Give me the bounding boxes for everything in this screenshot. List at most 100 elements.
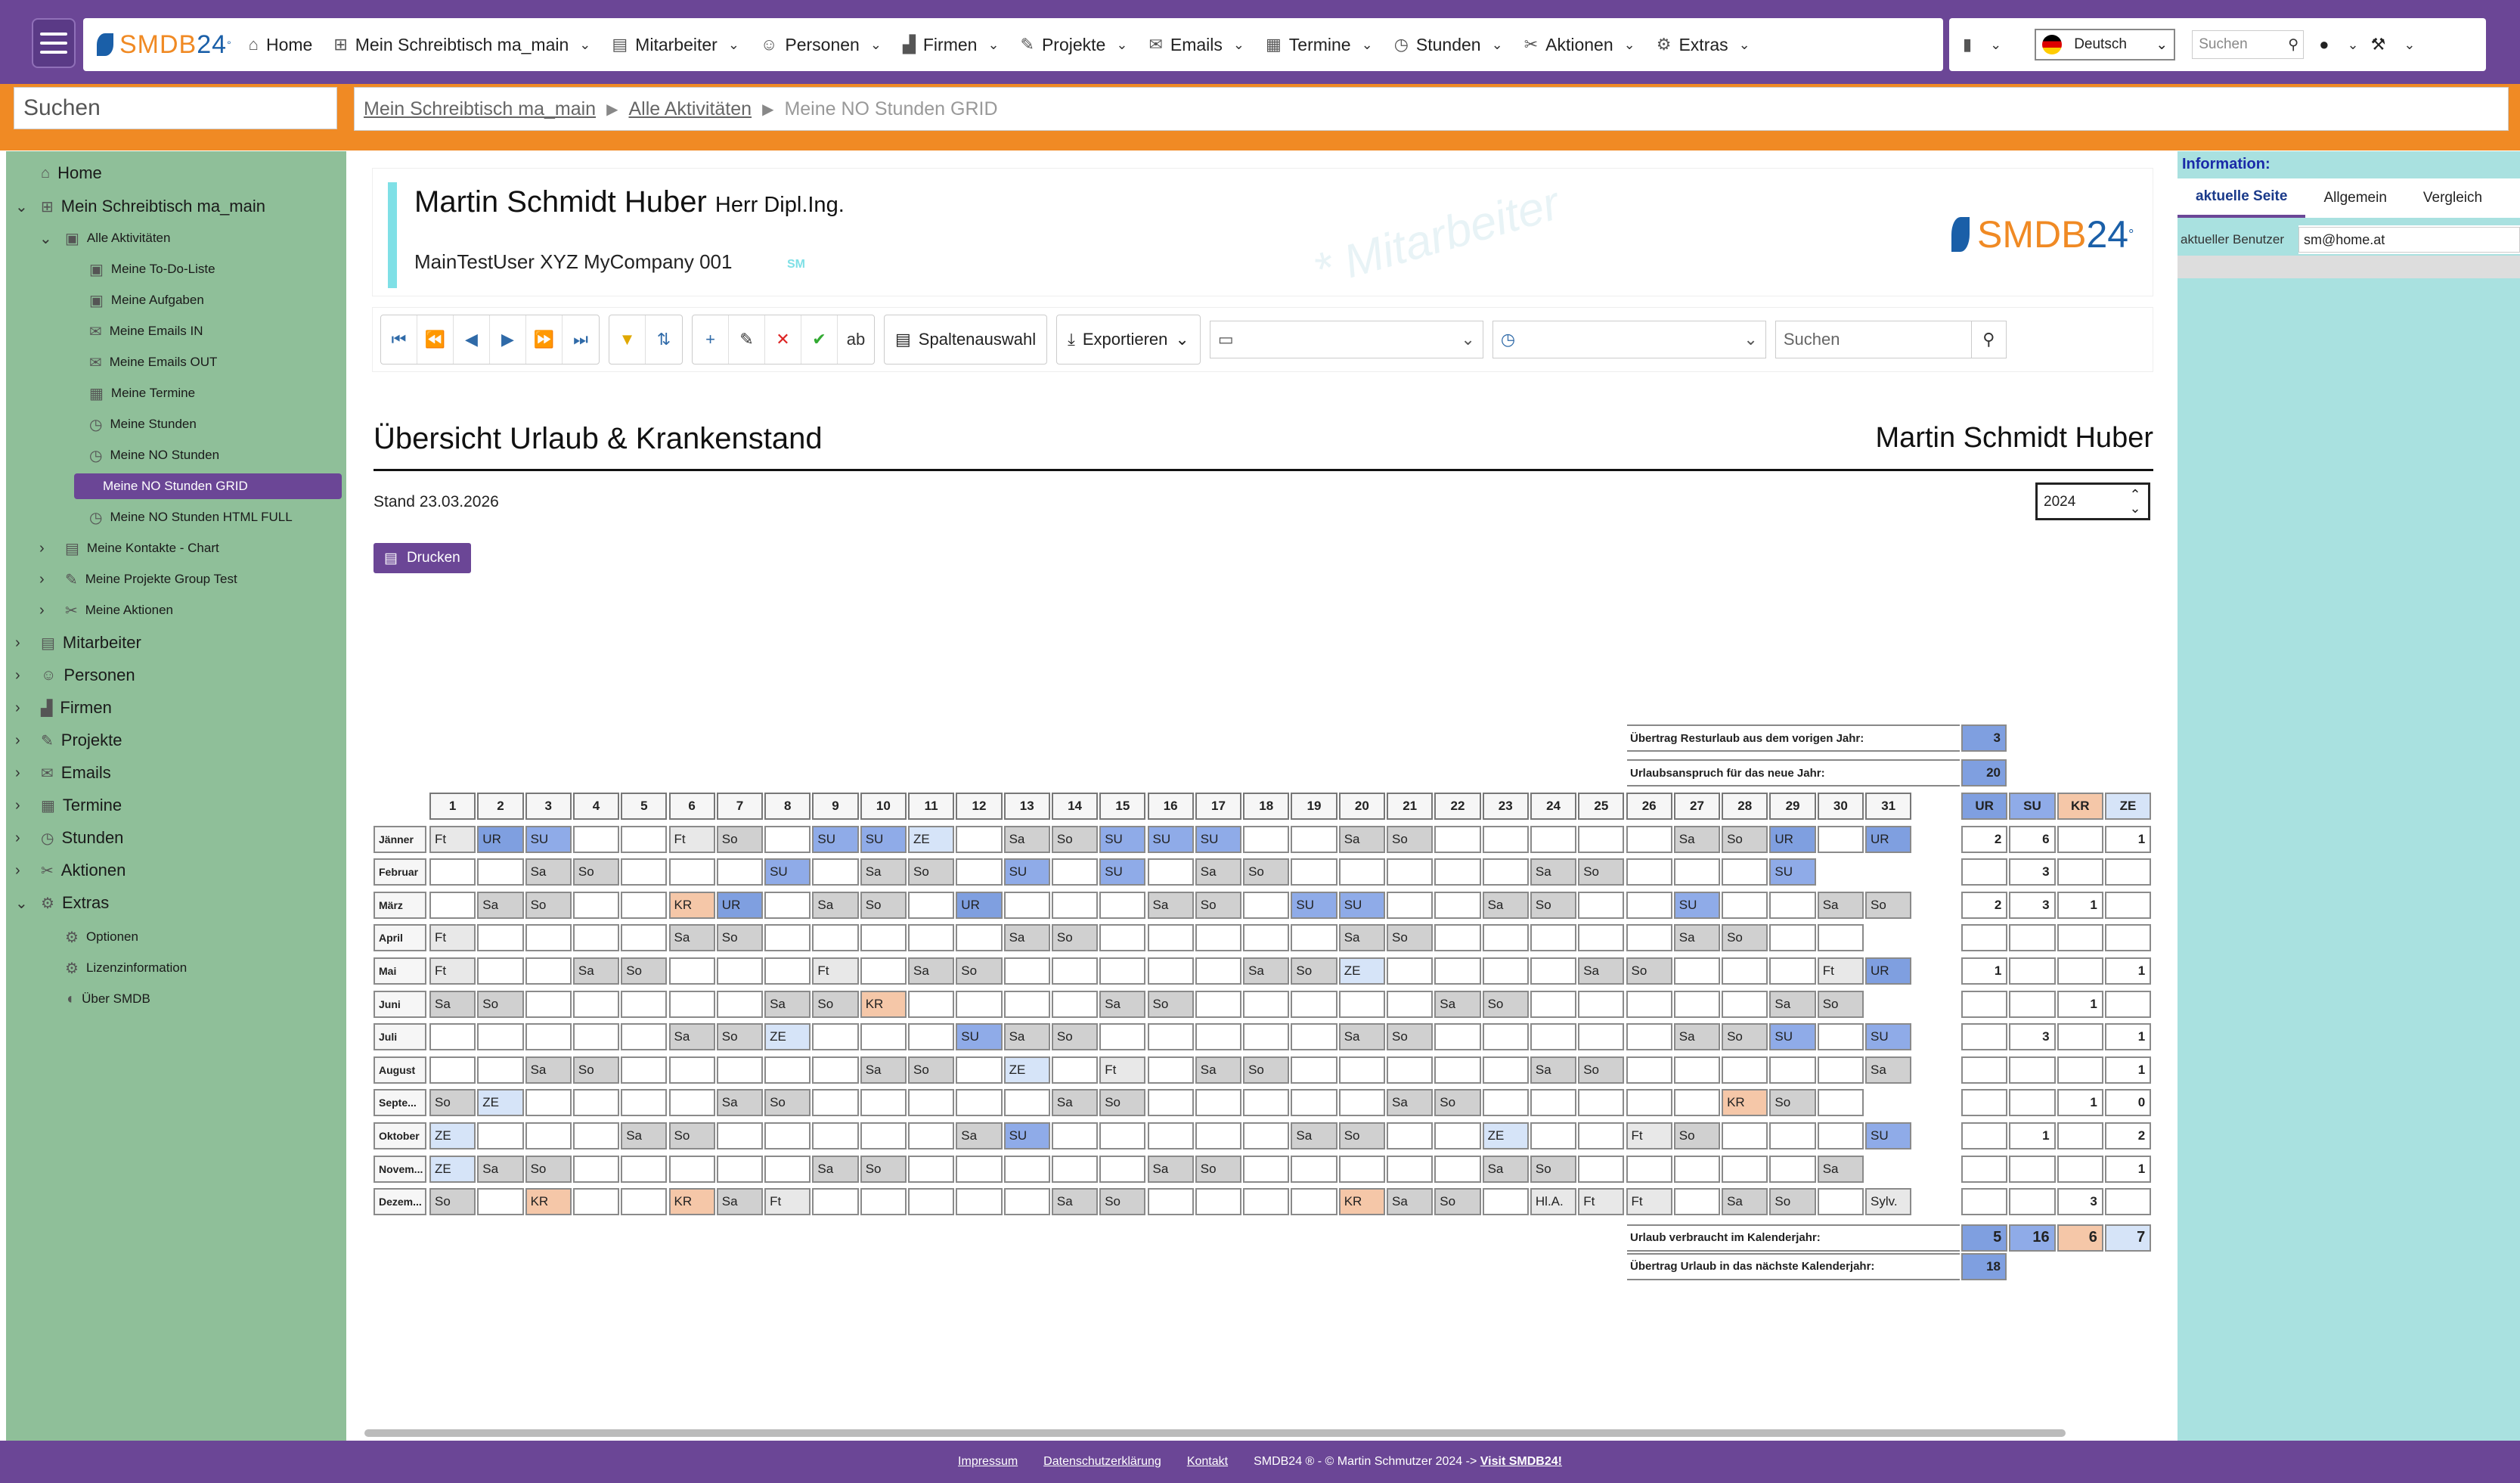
day-cell[interactable]: SU <box>1195 825 1242 853</box>
nav-item-extras[interactable]: ⚙ Extras ⌄ <box>1657 35 1750 55</box>
day-cell[interactable] <box>1482 858 1529 886</box>
day-cell[interactable]: Sa <box>1291 1122 1337 1149</box>
day-cell[interactable]: So <box>1769 1089 1816 1117</box>
day-cell[interactable]: So <box>1051 924 1099 952</box>
day-cell[interactable]: Sa <box>812 891 859 919</box>
day-cell[interactable] <box>1673 957 1721 985</box>
day-cell[interactable]: Sa <box>525 858 572 886</box>
day-cell[interactable] <box>668 957 715 985</box>
scrollbar-thumb[interactable] <box>364 1429 2066 1437</box>
sidebar-item-mitarbeiter[interactable]: › ▤ Mitarbeiter <box>15 630 141 656</box>
day-cell[interactable] <box>908 990 955 1018</box>
day-cell[interactable] <box>1578 891 1625 919</box>
day-cell[interactable] <box>621 1089 668 1117</box>
day-cell[interactable] <box>572 1122 620 1149</box>
day-cell[interactable] <box>621 1056 668 1084</box>
day-cell[interactable]: So <box>1434 1089 1481 1117</box>
nav-item-emails[interactable]: ✉ Emails ⌄ <box>1148 35 1245 55</box>
day-cell[interactable] <box>1626 990 1672 1018</box>
sidebar-item-meine-termine[interactable]: ▦ Meine Termine <box>89 380 195 406</box>
day-cell[interactable]: So <box>716 825 764 853</box>
day-cell[interactable] <box>1051 1122 1099 1149</box>
day-cell[interactable] <box>1243 1122 1290 1149</box>
day-cell[interactable]: Ft <box>668 825 715 853</box>
day-cell[interactable]: UR <box>716 891 764 919</box>
day-cell[interactable]: ZE <box>1482 1122 1529 1149</box>
day-cell[interactable] <box>1195 990 1242 1018</box>
day-cell[interactable] <box>1769 1056 1816 1084</box>
day-cell[interactable]: So <box>1099 1188 1146 1216</box>
day-cell[interactable] <box>477 1023 524 1051</box>
day-cell[interactable] <box>956 924 1003 952</box>
day-cell[interactable]: So <box>429 1188 476 1216</box>
last-record-icon[interactable]: ⏭ <box>563 315 599 364</box>
day-cell[interactable] <box>1051 957 1099 985</box>
day-cell[interactable] <box>525 1089 572 1117</box>
day-cell[interactable] <box>572 990 620 1018</box>
day-cell[interactable] <box>860 1089 907 1117</box>
day-cell[interactable] <box>1769 891 1816 919</box>
day-cell[interactable] <box>1817 1122 1864 1149</box>
day-cell[interactable] <box>621 1155 668 1183</box>
nav-item-home[interactable]: ⌂ Home <box>249 35 313 55</box>
day-cell[interactable] <box>1626 1023 1672 1051</box>
day-cell[interactable] <box>956 1056 1003 1084</box>
day-cell[interactable]: Sa <box>1051 1089 1099 1117</box>
day-cell[interactable] <box>1722 1155 1768 1183</box>
day-cell[interactable] <box>621 990 668 1018</box>
day-cell[interactable] <box>1195 1089 1242 1117</box>
day-cell[interactable] <box>1673 1155 1721 1183</box>
sidebar-item-meine-emails-out[interactable]: ✉ Meine Emails OUT <box>89 349 217 375</box>
day-cell[interactable]: Sa <box>1003 1023 1050 1051</box>
sidebar-item-meine-stunden[interactable]: ◷ Meine Stunden <box>89 411 197 437</box>
day-cell[interactable] <box>1195 1122 1242 1149</box>
day-cell[interactable]: Ft <box>764 1188 811 1216</box>
nav-item-projekte[interactable]: ✎ Projekte ⌄ <box>1021 35 1128 55</box>
day-cell[interactable] <box>477 1056 524 1084</box>
day-cell[interactable] <box>1578 825 1625 853</box>
tab-vergleich[interactable]: Vergleich <box>2405 178 2500 218</box>
day-cell[interactable] <box>716 858 764 886</box>
day-cell[interactable] <box>1051 858 1099 886</box>
first-record-icon[interactable]: ⏮ <box>381 315 417 364</box>
day-cell[interactable] <box>1243 990 1290 1018</box>
day-cell[interactable]: Sa <box>1195 858 1242 886</box>
day-cell[interactable] <box>860 957 907 985</box>
delete-icon[interactable]: ✕ <box>765 315 801 364</box>
day-cell[interactable]: ZE <box>477 1089 524 1117</box>
day-cell[interactable] <box>1291 825 1337 853</box>
day-cell[interactable] <box>812 1023 859 1051</box>
day-cell[interactable]: SU <box>1003 1122 1050 1149</box>
day-cell[interactable]: Sa <box>1673 924 1721 952</box>
day-cell[interactable]: Ft <box>429 924 476 952</box>
day-cell[interactable] <box>1817 924 1864 952</box>
day-cell[interactable] <box>1147 1188 1194 1216</box>
breadcrumb-link-aktivitaeten[interactable]: Alle Aktivitäten <box>628 98 752 120</box>
day-cell[interactable]: UR <box>1865 957 1912 985</box>
day-cell[interactable] <box>1051 891 1099 919</box>
sidebar-item-emails[interactable]: › ✉ Emails <box>15 760 111 786</box>
day-cell[interactable] <box>1626 825 1672 853</box>
day-cell[interactable] <box>1817 1188 1864 1216</box>
day-cell[interactable]: So <box>716 924 764 952</box>
day-cell[interactable] <box>668 1056 715 1084</box>
day-cell[interactable] <box>525 990 572 1018</box>
day-cell[interactable]: Ft <box>1817 957 1864 985</box>
day-cell[interactable] <box>1243 1188 1290 1216</box>
day-cell[interactable]: So <box>1147 990 1194 1018</box>
sidebar-search-input[interactable]: Suchen <box>14 87 337 129</box>
day-cell[interactable] <box>1338 990 1385 1018</box>
day-cell[interactable] <box>1673 1089 1721 1117</box>
sidebar-item-lizenzinformation[interactable]: ⚙ Lizenzinformation <box>65 955 187 981</box>
day-cell[interactable] <box>1530 1023 1577 1051</box>
day-cell[interactable]: So <box>1817 990 1864 1018</box>
horizontal-scrollbar[interactable] <box>355 1428 2170 1438</box>
day-cell[interactable] <box>1099 1155 1146 1183</box>
day-cell[interactable] <box>1817 1023 1864 1051</box>
day-cell[interactable] <box>1243 1155 1290 1183</box>
day-cell[interactable] <box>1387 858 1434 886</box>
sidebar-item-projekte[interactable]: › ✎ Projekte <box>15 728 122 753</box>
day-cell[interactable] <box>525 1023 572 1051</box>
day-cell[interactable] <box>621 858 668 886</box>
day-cell[interactable]: So <box>572 1056 620 1084</box>
